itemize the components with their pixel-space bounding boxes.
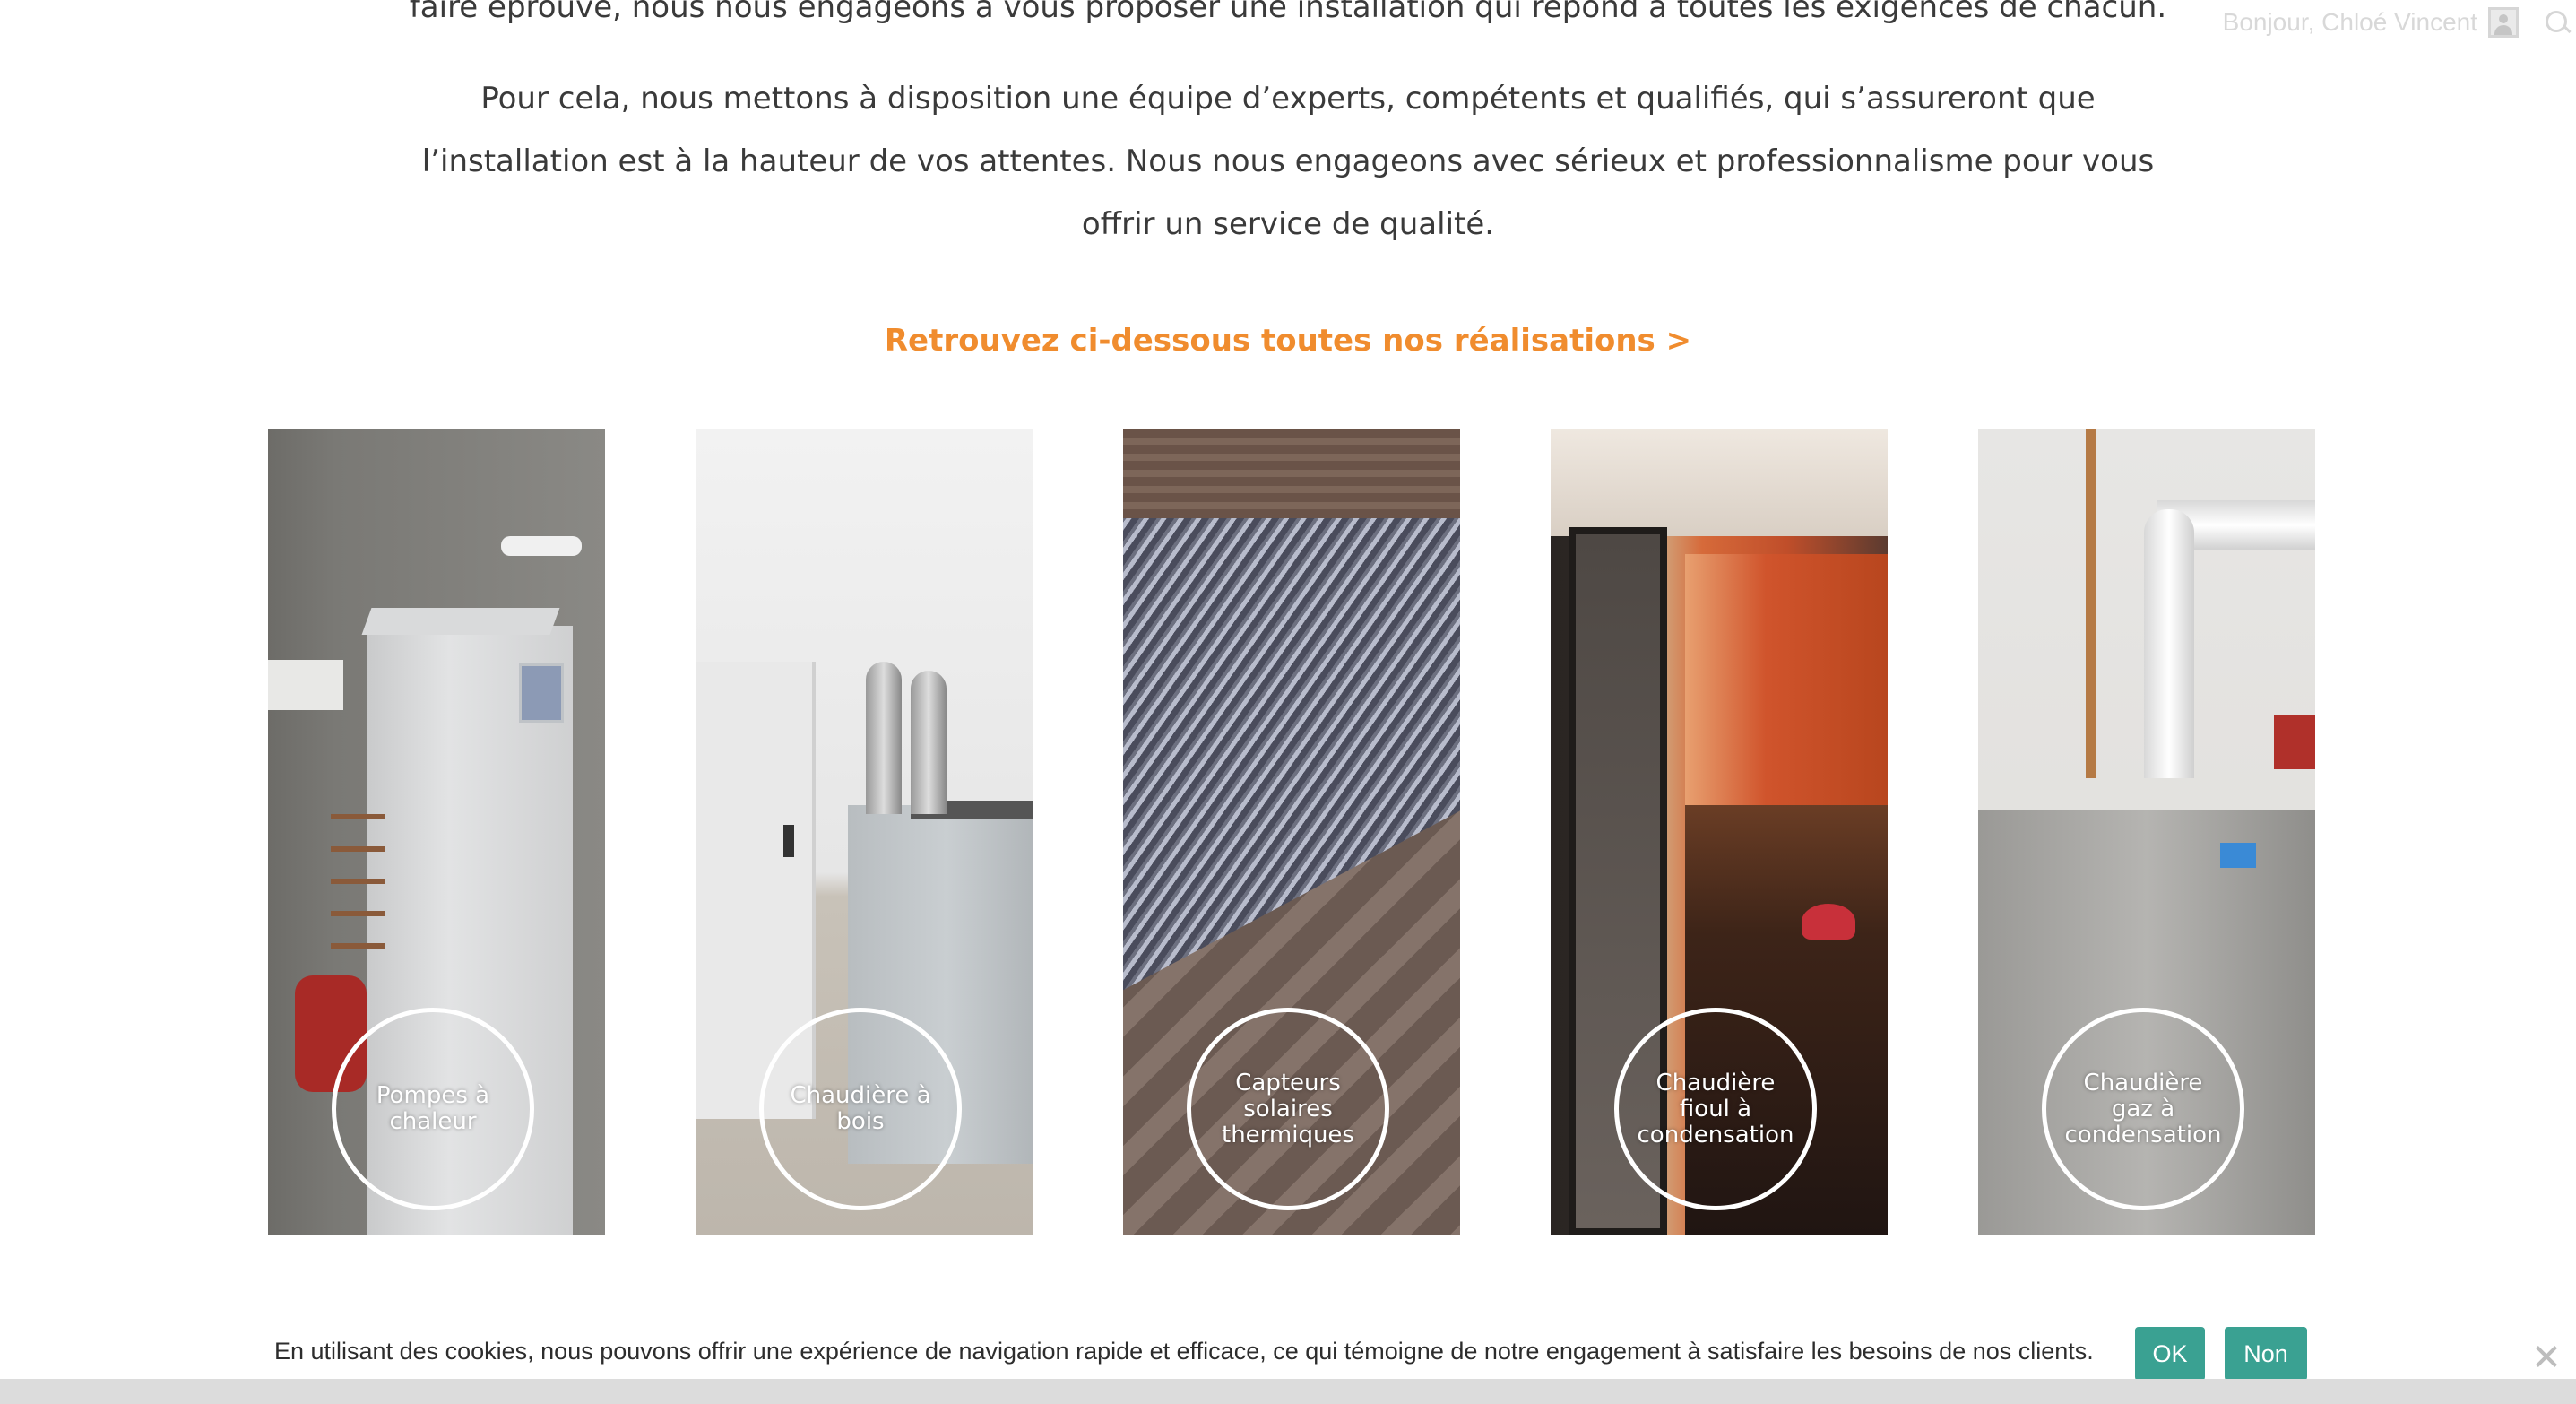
card-chaudiere-a-bois[interactable]: Chaudière à bois [696, 429, 1033, 1235]
cookie-ok-button[interactable]: OK [2135, 1327, 2205, 1381]
card-label: Capteurs solaires thermiques [1222, 1069, 1354, 1148]
card-circle[interactable]: Chaudière fioul à condensation [1614, 1008, 1817, 1210]
realisations-link[interactable]: Retrouvez ci-dessous toutes nos réalisat… [0, 323, 2576, 359]
card-capteurs-solaires[interactable]: Capteurs solaires thermiques [1123, 429, 1460, 1235]
intro-line: faire éprouvé, nous nous engageons à vou… [409, 0, 2167, 25]
card-label: Pompes à chaleur [376, 1082, 490, 1135]
intro-line: Pour cela, nous mettons à disposition un… [480, 81, 2096, 117]
card-chaudiere-fioul[interactable]: Chaudière fioul à condensation [1551, 429, 1888, 1235]
card-label: Chaudière fioul à condensation [1637, 1069, 1794, 1148]
close-icon[interactable] [2533, 1343, 2560, 1370]
user-greeting-area[interactable]: Bonjour, Chloé Vincent [2223, 7, 2519, 38]
bottom-strip [0, 1379, 2576, 1404]
card-pompes-a-chaleur[interactable]: Pompes à chaleur [268, 429, 605, 1235]
intro-line: l’installation est à la hauteur de vos a… [421, 143, 2155, 179]
card-circle[interactable]: Capteurs solaires thermiques [1187, 1008, 1389, 1210]
cookie-no-button[interactable]: Non [2225, 1327, 2307, 1381]
intro-line: offrir un service de qualité. [1081, 206, 1495, 242]
user-greeting[interactable]: Bonjour, Chloé Vincent [2223, 8, 2477, 37]
card-circle[interactable]: Chaudière à bois [759, 1008, 962, 1210]
card-circle[interactable]: Chaudière gaz à condensation [2042, 1008, 2244, 1210]
card-label: Chaudière gaz à condensation [2064, 1069, 2222, 1148]
search-icon[interactable] [2546, 11, 2567, 32]
realisations-grid: Pompes à chaleur Chaudière à bois Capteu… [0, 429, 2576, 1235]
card-label: Chaudière à bois [790, 1082, 931, 1135]
cookie-text: En utilisant des cookies, nous pouvons o… [274, 1338, 2094, 1365]
card-circle[interactable]: Pompes à chaleur [332, 1008, 534, 1210]
card-chaudiere-gaz[interactable]: Chaudière gaz à condensation [1978, 429, 2315, 1235]
avatar[interactable] [2488, 7, 2519, 38]
